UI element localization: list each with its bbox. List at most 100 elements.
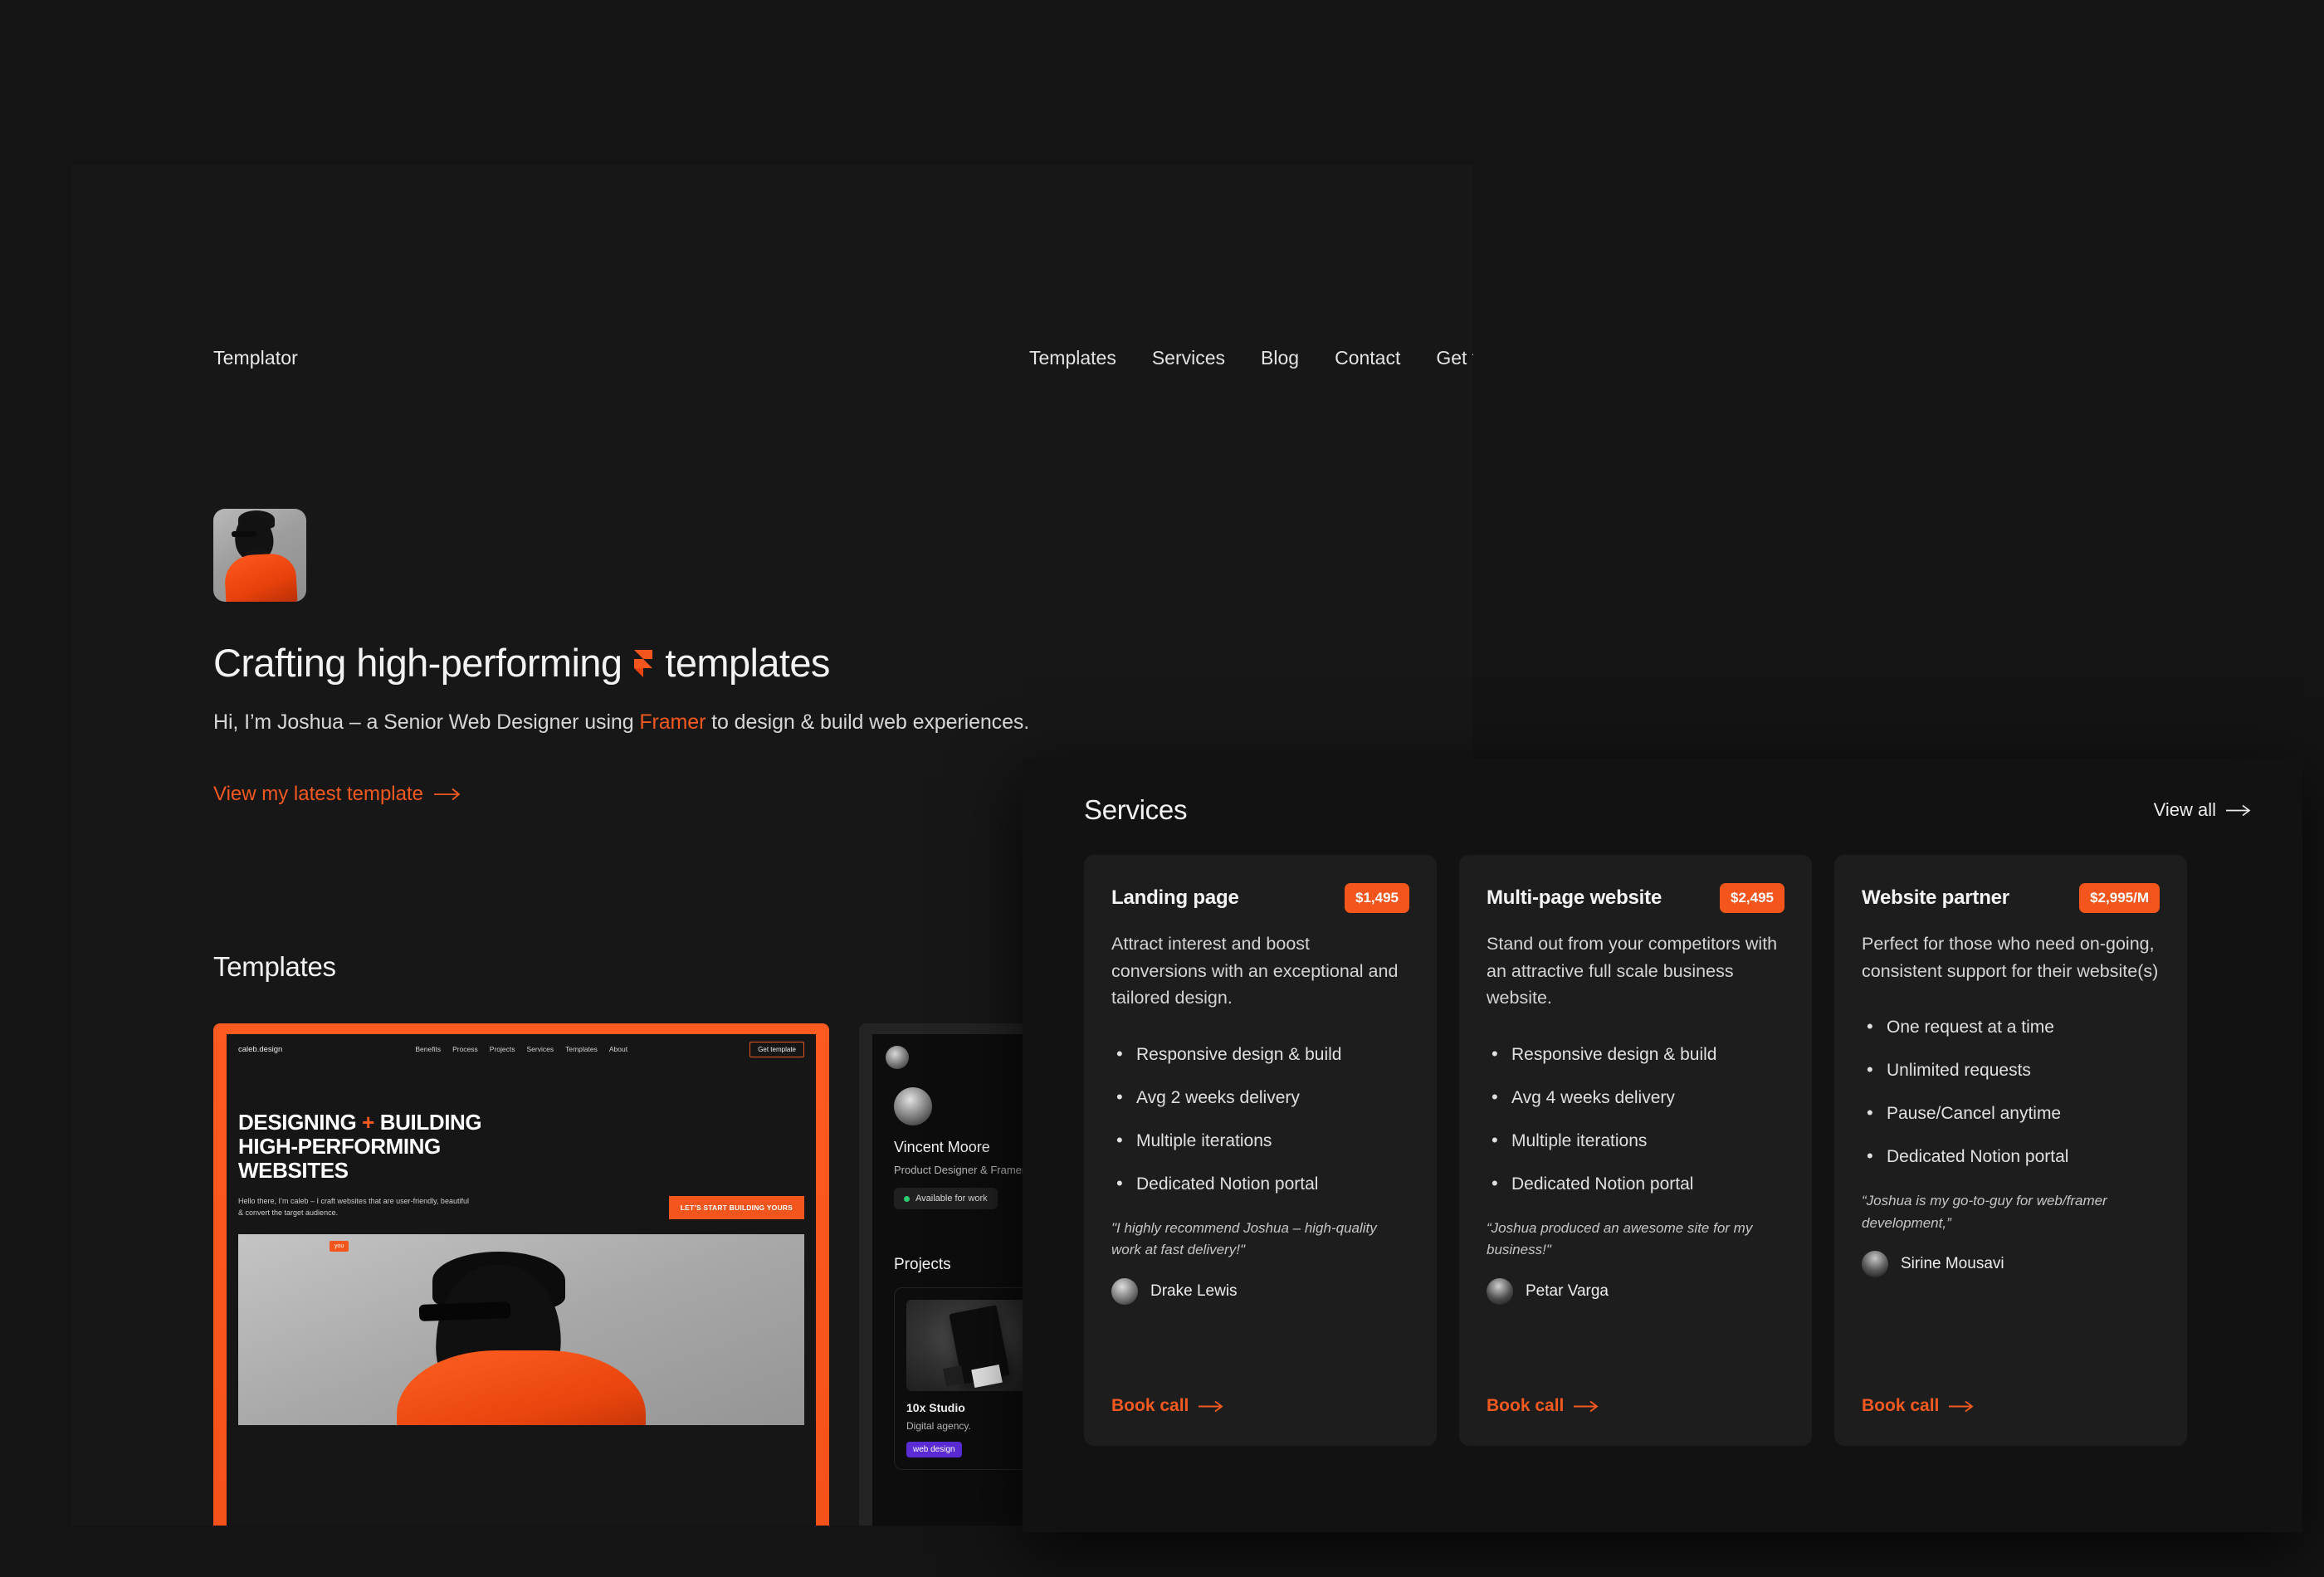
template-preview-calebdesigns: caleb.design Benefits Process Projects S…	[227, 1034, 816, 1526]
nav-item-templates[interactable]: Templates	[1029, 347, 1116, 369]
service-name: Website partner	[1862, 886, 2009, 909]
preview-nav-process: Process	[452, 1045, 478, 1053]
service-feature: Avg 2 weeks delivery	[1111, 1086, 1409, 1108]
service-testimonial-quote: “Joshua is my go-to-guy for web/framer d…	[1862, 1193, 2107, 1231]
preview-headline-plus: +	[362, 1110, 374, 1135]
preview-nav-templates: Templates	[565, 1045, 598, 1053]
avatar	[1862, 1251, 1888, 1278]
service-description: Stand out from your competitors with an …	[1487, 934, 1778, 1008]
hero-sub-before: Hi, I’m Joshua – a Senior Web Designer u…	[213, 710, 640, 734]
template-card[interactable]: caleb.design Benefits Process Projects S…	[213, 1023, 829, 1526]
service-feature: Dedicated Notion portal	[1111, 1173, 1409, 1194]
arrow-right-icon	[2226, 804, 2253, 817]
service-author-name: Drake Lewis	[1150, 1282, 1238, 1300]
book-call-button[interactable]: Book call	[1487, 1396, 1600, 1416]
view-latest-template-link[interactable]: View my latest template	[213, 783, 462, 806]
preview-intro-row: Hello there, I’m caleb – I craft website…	[238, 1196, 804, 1220]
service-testimonial-quote: "I highly recommend Joshua – high-qualit…	[1111, 1220, 1377, 1258]
arrow-right-icon	[434, 788, 462, 801]
preview-photo-sunglasses-icon	[418, 1301, 511, 1322]
service-feature: Responsive design & build	[1487, 1043, 1784, 1065]
service-author-name: Petar Varga	[1526, 1282, 1609, 1300]
service-feature: Responsive design & build	[1111, 1043, 1409, 1065]
service-feature: Dedicated Notion portal	[1487, 1173, 1784, 1194]
service-card-multi-page-website[interactable]: Multi-page website $2,495 Stand out from…	[1459, 855, 1812, 1446]
services-header: Services View all	[1084, 794, 2253, 826]
service-name: Multi-page website	[1487, 886, 1662, 909]
service-testimonial-quote: “Joshua produced an awesome site for my …	[1487, 1220, 1753, 1258]
preview-nav-services: Services	[526, 1045, 554, 1053]
book-call-button[interactable]: Book call	[1111, 1396, 1225, 1416]
preview-logo: caleb.design	[238, 1044, 283, 1054]
service-price-badge: $2,495	[1720, 883, 1784, 913]
preview-headline-line3: WEBSITES	[238, 1158, 349, 1184]
service-testimonial-author: Petar Varga	[1487, 1277, 1784, 1305]
templates-section-title: Templates	[213, 951, 336, 982]
service-card-header: Multi-page website $2,495	[1487, 883, 1784, 913]
preview-project-tag: web design	[906, 1442, 962, 1457]
sunglasses-icon	[232, 531, 256, 537]
preview-nav-about: About	[608, 1045, 628, 1053]
preview-corner-avatar	[886, 1046, 909, 1069]
status-dot-icon	[904, 1195, 910, 1202]
arrow-right-icon	[1949, 1400, 1975, 1413]
preview-headline-line1a: DESIGNING	[238, 1110, 357, 1135]
hero-title-after: templates	[665, 641, 830, 685]
preview-hero-photo: you	[238, 1234, 804, 1426]
preview-profile-avatar	[894, 1087, 932, 1125]
services-title: Services	[1084, 794, 1188, 825]
avatar	[1111, 1277, 1138, 1305]
book-call-label: Book call	[1487, 1396, 1565, 1415]
nav-item-blog[interactable]: Blog	[1261, 347, 1299, 369]
service-feature: Multiple iterations	[1111, 1130, 1409, 1151]
service-testimonial-author: Drake Lewis	[1111, 1277, 1409, 1305]
screen: Templator Templates Services Blog Contac…	[0, 0, 2324, 1577]
service-feature: Multiple iterations	[1487, 1130, 1784, 1151]
service-price-badge: $2,995/M	[2079, 883, 2160, 913]
services-panel: Services View all Landing page $1,495 At…	[1023, 759, 2302, 1532]
main-navigation: Templates Services Blog Contact Get temp…	[1029, 347, 1473, 369]
hero-subtitle: Hi, I’m Joshua – a Senior Web Designer u…	[213, 710, 1029, 735]
view-all-services-link[interactable]: View all	[2154, 799, 2253, 821]
hero-cta-label: View my latest template	[213, 783, 423, 805]
view-all-label: View all	[2153, 799, 2216, 820]
service-description: Perfect for those who need on-going, con…	[1862, 934, 2159, 981]
service-feature: Dedicated Notion portal	[1862, 1145, 2160, 1167]
brand-logo[interactable]: Templator	[213, 347, 298, 369]
arrow-right-icon	[1199, 1400, 1225, 1413]
service-card-header: Landing page $1,495	[1111, 883, 1409, 913]
template-preview-frame: caleb.design Benefits Process Projects S…	[213, 1023, 829, 1526]
service-card-website-partner[interactable]: Website partner $2,995/M Perfect for tho…	[1834, 855, 2187, 1446]
book-call-button[interactable]: Book call	[1862, 1396, 1975, 1416]
preview-nav-projects: Projects	[489, 1045, 515, 1053]
preview-paragraph-line2: & convert the target audience.	[238, 1208, 339, 1218]
nav-item-get-template[interactable]: Get template	[1436, 347, 1473, 369]
service-feature-list: Responsive design & build Avg 2 weeks de…	[1111, 1043, 1409, 1194]
preview-paragraph: Hello there, I’m caleb – I craft website…	[238, 1196, 469, 1219]
arrow-right-icon	[1574, 1400, 1600, 1413]
book-call-label: Book call	[1111, 1396, 1189, 1415]
hero-sub-after: to design & build web experiences.	[706, 710, 1030, 734]
avatar	[213, 509, 306, 602]
service-feature: Pause/Cancel anytime	[1862, 1102, 2160, 1124]
service-feature-list: Responsive design & build Avg 4 weeks de…	[1487, 1043, 1784, 1194]
service-feature: Avg 4 weeks delivery	[1487, 1086, 1784, 1108]
preview-photo-tag: you	[330, 1241, 349, 1252]
service-feature: Unlimited requests	[1862, 1059, 2160, 1081]
book-call-label: Book call	[1862, 1396, 1940, 1415]
nav-item-services[interactable]: Services	[1152, 347, 1225, 369]
preview-paragraph-line1: Hello there, I’m caleb – I craft website…	[238, 1197, 469, 1206]
page-title: Crafting high-performing templates	[213, 640, 830, 686]
service-feature-list: One request at a time Unlimited requests…	[1862, 1016, 2160, 1167]
hero-title-before: Crafting high-performing	[213, 641, 622, 685]
preview-nav-links: Benefits Process Projects Services Templ…	[415, 1045, 627, 1053]
service-card-landing-page[interactable]: Landing page $1,495 Attract interest and…	[1084, 855, 1437, 1446]
service-feature: One request at a time	[1862, 1016, 2160, 1038]
preview-headline: DESIGNING + BUILDING HIGH-PERFORMING WEB…	[238, 1110, 816, 1184]
framer-link[interactable]: Framer	[639, 710, 706, 734]
services-card-grid: Landing page $1,495 Attract interest and…	[1084, 855, 2187, 1446]
service-testimonial-author: Sirine Mousavi	[1862, 1251, 2160, 1278]
service-description: Attract interest and boost conversions w…	[1111, 934, 1399, 1008]
nav-item-contact[interactable]: Contact	[1335, 347, 1400, 369]
preview-cta-button: LET’S START BUILDING YOURS	[668, 1196, 804, 1220]
